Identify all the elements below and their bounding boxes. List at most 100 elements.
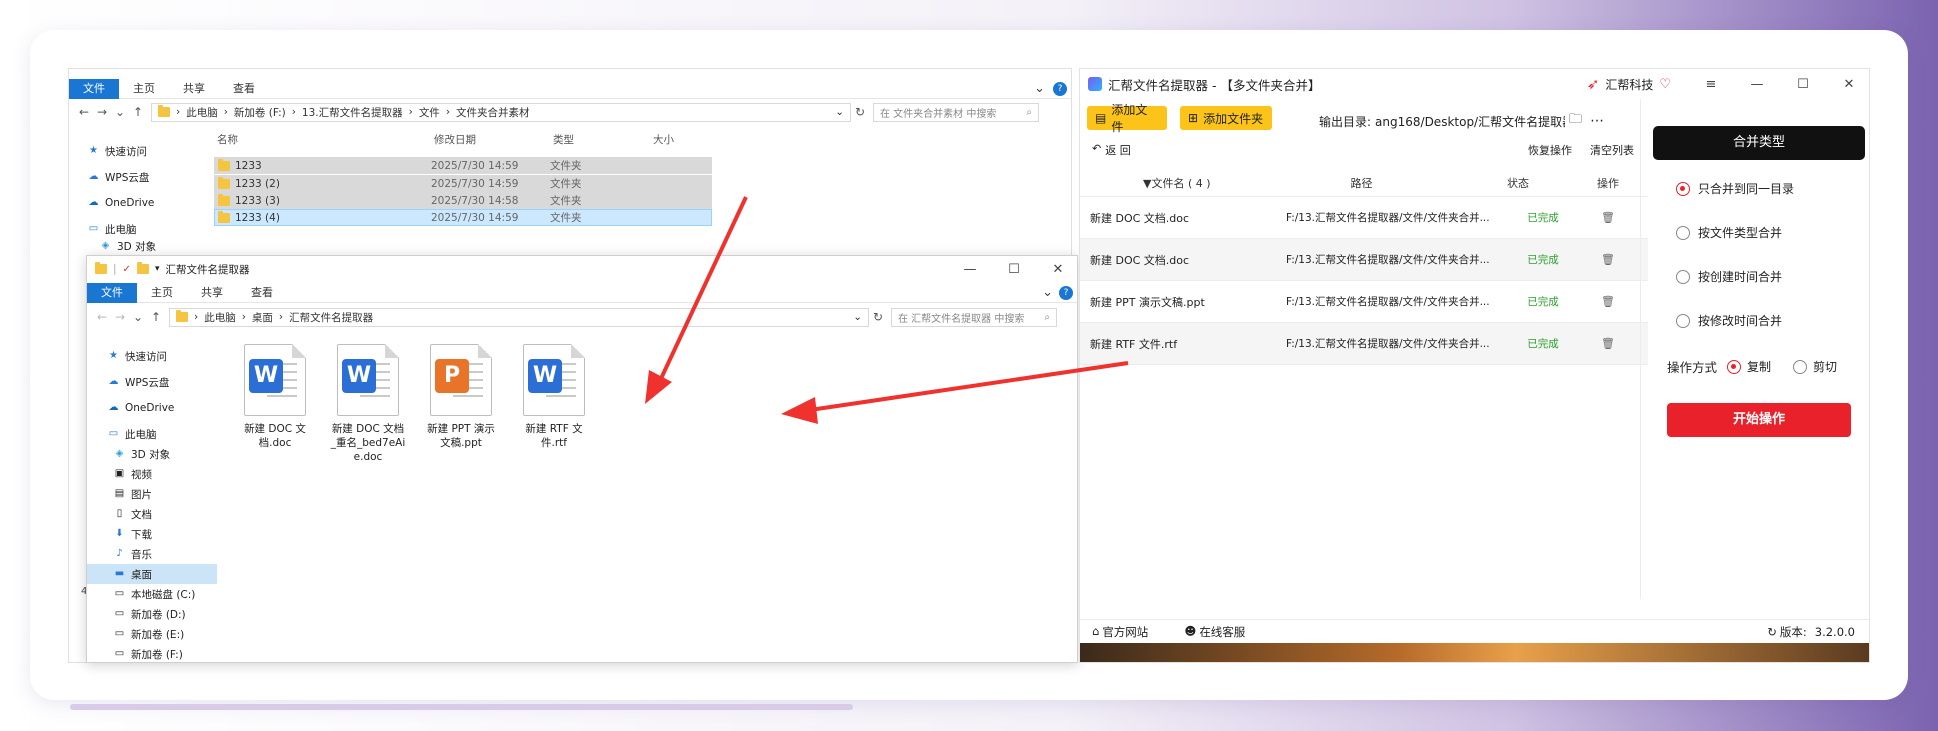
breadcrumb-item[interactable]: 此电脑 [204, 310, 236, 325]
merge-option[interactable]: 只合并到同一目录 [1676, 180, 1794, 197]
table-row[interactable]: 1233 2025/7/30 14:59 文件夹 [214, 157, 712, 174]
table-row[interactable]: 新建 DOC 文档.doc F:/13.汇帮文件名提取器/文件/文件夹合并...… [1080, 239, 1648, 281]
up-arrow-icon[interactable]: ↑ [147, 310, 165, 324]
back-arrow-icon[interactable]: ← [75, 105, 93, 119]
chevron-down-icon[interactable]: ⌄ [1034, 81, 1045, 96]
nav-quick-access[interactable]: ★ 快速访问 [87, 141, 207, 161]
file-item[interactable]: W 新建 DOC 文档.doc [237, 344, 313, 450]
chevron-down-icon[interactable]: ⌄ [111, 105, 129, 119]
customize-toolbar-icon[interactable]: ▾ [155, 264, 160, 274]
breadcrumb[interactable]: › 此电脑 › 新加卷 (F:) › 13.汇帮文件名提取器 › 文件 › 文件夹合并素材… [151, 102, 851, 122]
trash-icon[interactable]: 🗑 [1578, 253, 1638, 266]
col-type[interactable]: 类型 [551, 132, 651, 147]
tab-share[interactable]: 共享 [187, 283, 237, 303]
up-arrow-icon[interactable]: ↑ [129, 105, 147, 119]
start-button[interactable]: 开始操作 [1667, 403, 1851, 437]
nav-documents[interactable]: ▯ 文档 [87, 504, 217, 524]
col-filename[interactable]: ▼文件名 ( 4 ) [1080, 175, 1245, 191]
nav-this-pc[interactable]: ▭ 此电脑 [87, 219, 207, 239]
folder-open-icon[interactable]: 🗀 [1569, 110, 1582, 132]
menu-icon[interactable]: ≡ [1691, 77, 1731, 92]
breadcrumb-item[interactable]: 此电脑 [186, 105, 218, 120]
table-row[interactable]: 新建 RTF 文件.rtf F:/13.汇帮文件名提取器/文件/文件夹合并...… [1080, 323, 1648, 365]
table-row[interactable]: 1233 (3) 2025/7/30 14:58 文件夹 [214, 192, 712, 209]
refresh-icon[interactable]: ↻ [851, 105, 869, 119]
tab-view[interactable]: 查看 [219, 79, 269, 99]
breadcrumb-item[interactable]: 13.汇帮文件名提取器 [302, 105, 403, 120]
table-row[interactable]: 新建 PPT 演示文稿.ppt F:/13.汇帮文件名提取器/文件/文件夹合并.… [1080, 281, 1648, 323]
chevron-down-icon[interactable]: ⌄ [853, 311, 862, 323]
nav-this-pc[interactable]: ▭ 此电脑 [87, 424, 217, 444]
nav-onedrive[interactable]: ☁ OneDrive [87, 193, 207, 213]
breadcrumb-item[interactable]: 文件夹合并素材 [456, 105, 530, 120]
col-name[interactable]: 名称 [215, 132, 432, 147]
restore-button[interactable]: 恢复操作 [1528, 142, 1572, 158]
nav-drive-e[interactable]: ▭ 新加卷 (E:) [87, 624, 217, 644]
tab-view[interactable]: 查看 [237, 283, 287, 303]
minimize-icon[interactable]: — [951, 262, 989, 277]
col-date[interactable]: 修改日期 [432, 132, 551, 147]
trash-icon[interactable]: 🗑 [1578, 211, 1638, 224]
refresh-icon[interactable]: ↻ [1767, 625, 1777, 639]
minimize-icon[interactable]: — [1737, 77, 1777, 92]
merge-option[interactable]: 按创建时间合并 [1676, 268, 1782, 285]
merge-option[interactable]: 按修改时间合并 [1676, 312, 1782, 329]
breadcrumb[interactable]: › 此电脑 › 桌面 › 汇帮文件名提取器 ⌄ [169, 307, 869, 327]
properties-icon[interactable]: ✓ [123, 264, 131, 275]
back-button[interactable]: ↶ 返 回 [1092, 142, 1131, 158]
nav-downloads[interactable]: ⬇ 下载 [87, 524, 217, 544]
nav-videos[interactable]: ▣ 视频 [87, 464, 217, 484]
nav-pictures[interactable]: ▤ 图片 [87, 484, 217, 504]
forward-arrow-icon[interactable]: → [93, 105, 111, 119]
trash-icon[interactable]: 🗑 [1578, 295, 1638, 308]
nav-3d-objects[interactable]: ◈ 3D 对象 [87, 444, 217, 464]
chevron-down-icon[interactable]: ⌄ [1042, 285, 1053, 300]
new-folder-icon[interactable] [136, 262, 149, 274]
breadcrumb-item[interactable]: 文件 [419, 105, 440, 120]
nav-3d-objects[interactable]: ◈ 3D 对象 [99, 239, 207, 253]
chevron-down-icon[interactable]: ⌄ [835, 106, 844, 118]
nav-desktop[interactable]: ▬ 桌面 [87, 564, 217, 584]
search-input[interactable]: 在 文件夹合并素材 中搜索 ⌕ [873, 102, 1039, 122]
forward-arrow-icon[interactable]: → [111, 310, 129, 324]
nav-drive-f[interactable]: ▭ 新加卷 (F:) [87, 644, 217, 662]
back-arrow-icon[interactable]: ← [93, 310, 111, 324]
online-service-link[interactable]: ☻ 在线客服 [1184, 624, 1245, 640]
file-item[interactable]: W 新建 RTF 文件.rtf [516, 344, 592, 450]
add-folder-button[interactable]: ⊞ 添加文件夹 [1180, 106, 1272, 130]
table-row-selected[interactable]: 1233 (4) 2025/7/30 14:59 文件夹 [214, 209, 712, 226]
add-file-button[interactable]: ▤ 添加文件 [1087, 103, 1167, 134]
merge-option[interactable]: 按文件类型合并 [1676, 224, 1782, 241]
table-row[interactable]: 新建 DOC 文档.doc F:/13.汇帮文件名提取器/文件/文件夹合并...… [1080, 197, 1648, 239]
nav-music[interactable]: ♪ 音乐 [87, 544, 217, 564]
nav-wps-cloud[interactable]: ☁ WPS云盘 [87, 167, 207, 187]
nav-drive-c[interactable]: ▭ 本地磁盘 (C:) [87, 584, 217, 604]
tab-home[interactable]: 主页 [137, 283, 187, 303]
nav-quick-access[interactable]: ★ 快速访问 [87, 346, 217, 366]
cut-option[interactable]: 剪切 [1793, 358, 1837, 375]
maximize-icon[interactable]: ☐ [995, 262, 1033, 277]
nav-onedrive[interactable]: ☁ OneDrive [87, 398, 217, 418]
output-path[interactable]: ang168/Desktop/汇帮文件名提取器 [1375, 113, 1565, 130]
table-row[interactable]: 1233 (2) 2025/7/30 14:59 文件夹 [214, 175, 712, 192]
nav-wps-cloud[interactable]: ☁ WPS云盘 [87, 372, 217, 392]
trash-icon[interactable]: 🗑 [1578, 337, 1638, 350]
close-icon[interactable]: ✕ [1039, 262, 1077, 277]
tab-share[interactable]: 共享 [169, 79, 219, 99]
chevron-down-icon[interactable]: ⌄ [129, 310, 147, 324]
file-item[interactable]: W 新建 DOC 文档_重名_bed7eAie.doc [330, 344, 406, 464]
more-icon[interactable]: ⋯ [1590, 113, 1604, 129]
tab-home[interactable]: 主页 [119, 79, 169, 99]
official-site-link[interactable]: ⌂ 官方网站 [1092, 624, 1148, 640]
help-icon[interactable]: ? [1059, 285, 1073, 300]
scrollbar[interactable] [70, 704, 853, 710]
maximize-icon[interactable]: ☐ [1783, 77, 1823, 92]
tab-file[interactable]: 文件 [69, 78, 119, 99]
breadcrumb-item[interactable]: 桌面 [252, 310, 273, 325]
breadcrumb-item[interactable]: 汇帮文件名提取器 [289, 310, 373, 325]
tab-file[interactable]: 文件 [87, 282, 137, 303]
copy-option[interactable]: 复制 [1727, 358, 1771, 375]
file-item[interactable]: P 新建 PPT 演示文稿.ppt [423, 344, 499, 450]
col-size[interactable]: 大小 [651, 132, 711, 147]
help-icon[interactable]: ? [1053, 81, 1067, 96]
